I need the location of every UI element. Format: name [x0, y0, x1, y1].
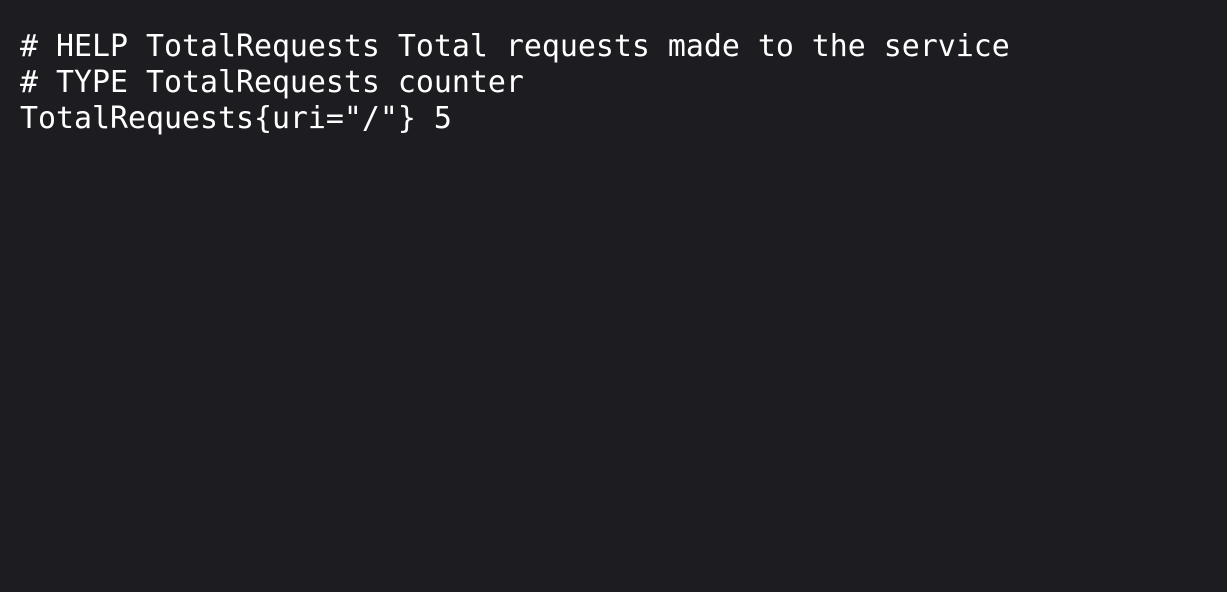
type-line: # TYPE TotalRequests counter	[20, 65, 524, 100]
help-line: # HELP TotalRequests Total requests made…	[20, 29, 1010, 64]
metrics-page: # HELP TotalRequests Total requests made…	[0, 0, 1227, 592]
metric-value-line: TotalRequests{uri="/"} 5	[20, 101, 452, 136]
metrics-output: # HELP TotalRequests Total requests made…	[20, 29, 1227, 137]
